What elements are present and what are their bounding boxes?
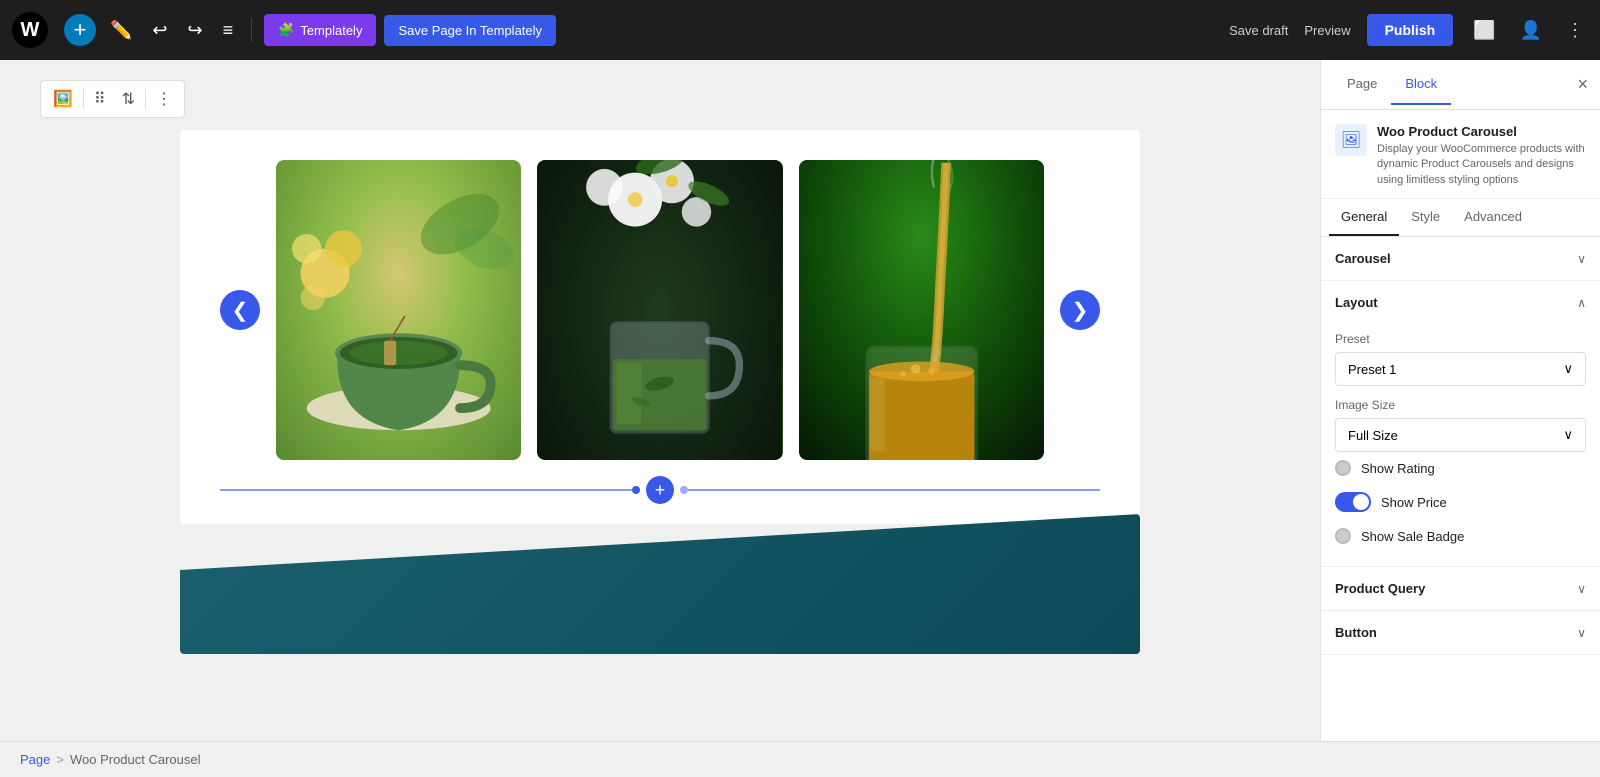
pagination-dots-2: [680, 486, 688, 494]
carousel-image-3: [799, 160, 1044, 460]
show-sale-badge-row: Show Sale Badge: [1335, 520, 1586, 552]
preset-chevron-icon: ∨: [1563, 361, 1573, 377]
section-layout-header[interactable]: Layout ∧: [1321, 281, 1600, 324]
move-arrows-button[interactable]: ⇅: [116, 85, 141, 113]
tab-block[interactable]: Block: [1391, 64, 1451, 105]
show-price-toggle[interactable]: [1335, 492, 1371, 512]
layout-chevron: ∧: [1577, 296, 1586, 310]
section-button-header[interactable]: Button ∨: [1321, 611, 1600, 654]
show-sale-badge-toggle[interactable]: [1335, 528, 1351, 544]
section-product-query: Product Query ∨: [1321, 567, 1600, 611]
show-rating-row: Show Rating: [1335, 452, 1586, 484]
preview-button[interactable]: Preview: [1304, 23, 1350, 38]
carousel-image-2: [537, 160, 782, 460]
carousel-prev-button[interactable]: ❮: [220, 290, 260, 330]
breadcrumb-separator: >: [56, 752, 64, 767]
add-block-line-left: [220, 489, 632, 491]
sub-tab-advanced[interactable]: Advanced: [1452, 199, 1534, 236]
topbar-divider: [251, 18, 252, 42]
templately-label: Templately: [300, 23, 362, 38]
carousel-next-button[interactable]: ❯: [1060, 290, 1100, 330]
save-page-templately-button[interactable]: Save Page In Templately: [384, 15, 556, 46]
breadcrumb-page-link[interactable]: Page: [20, 752, 50, 767]
block-info: 🖼 Woo Product Carousel Display your WooC…: [1321, 110, 1600, 199]
preset-label: Preset: [1335, 332, 1586, 346]
toolbar-divider: [83, 89, 84, 109]
section-product-query-title: Product Query: [1335, 581, 1425, 596]
drag-handle[interactable]: ⠿: [88, 85, 112, 113]
sub-tabs: General Style Advanced: [1321, 199, 1600, 237]
block-toolbar: 🖼️ ⠿ ⇅ ⋮: [40, 80, 185, 118]
image-size-chevron-icon: ∨: [1563, 427, 1573, 443]
list-view-button[interactable]: ≡: [217, 14, 240, 47]
editor-area: 🖼️ ⠿ ⇅ ⋮ ❮: [0, 60, 1320, 741]
section-product-query-header[interactable]: Product Query ∨: [1321, 567, 1600, 610]
image-size-dropdown[interactable]: Full Size ∨: [1335, 418, 1586, 452]
tab-page[interactable]: Page: [1333, 64, 1391, 105]
brush-tool-button[interactable]: ✏️: [104, 14, 138, 47]
section-layout-content: Preset Preset 1 ∨ Image Size Full Size ∨: [1321, 324, 1600, 566]
carousel-inner: ❮: [220, 160, 1100, 460]
image-size-label: Image Size: [1335, 398, 1586, 412]
sub-tab-general[interactable]: General: [1329, 199, 1399, 236]
block-icon-button[interactable]: 🖼️: [47, 85, 79, 113]
panel-close-button[interactable]: ×: [1577, 74, 1588, 95]
dot-1: [632, 486, 640, 494]
block-icon: 🖼: [1335, 124, 1367, 156]
topbar-right: Save draft Preview Publish ⬜ 👤 ⋮: [1229, 14, 1588, 46]
carousel-block: ❮: [180, 130, 1140, 524]
block-title: Woo Product Carousel: [1377, 124, 1586, 139]
add-block-line-right: [688, 489, 1100, 491]
more-block-options-button[interactable]: ⋮: [150, 85, 178, 113]
templately-button[interactable]: 🧩 Templately: [264, 14, 376, 46]
section-carousel-title: Carousel: [1335, 251, 1391, 266]
sub-tab-style[interactable]: Style: [1399, 199, 1452, 236]
section-layout: Layout ∧ Preset Preset 1 ∨ Image Size Fu…: [1321, 281, 1600, 567]
image-size-value: Full Size: [1348, 428, 1398, 443]
teal-bg-decoration: [180, 514, 1140, 654]
show-rating-toggle[interactable]: [1335, 460, 1351, 476]
block-description: Display your WooCommerce products with d…: [1377, 142, 1586, 188]
redo-button[interactable]: ↪: [182, 14, 209, 47]
breadcrumb: Page > Woo Product Carousel: [0, 741, 1600, 777]
user-menu-button[interactable]: 👤: [1516, 16, 1546, 45]
add-block-button[interactable]: +: [64, 14, 96, 46]
topbar: W + ✏️ ↩ ↪ ≡ 🧩 Templately Save Page In T…: [0, 0, 1600, 60]
more-options-button[interactable]: ⋮: [1562, 16, 1588, 45]
undo-button[interactable]: ↩: [146, 14, 173, 47]
add-block-area: +: [220, 476, 1100, 504]
block-details: Woo Product Carousel Display your WooCom…: [1377, 124, 1586, 188]
panel-body: 🖼 Woo Product Carousel Display your WooC…: [1321, 110, 1600, 741]
right-panel: Page Block × 🖼 Woo Product Carousel Disp…: [1320, 60, 1600, 741]
section-carousel-header[interactable]: Carousel ∨: [1321, 237, 1600, 280]
button-chevron: ∨: [1577, 626, 1586, 640]
main-layout: 🖼️ ⠿ ⇅ ⋮ ❮: [0, 60, 1600, 741]
section-layout-title: Layout: [1335, 295, 1378, 310]
show-price-row: Show Price: [1335, 484, 1586, 520]
add-block-button-inline[interactable]: +: [646, 476, 674, 504]
save-draft-button[interactable]: Save draft: [1229, 23, 1288, 38]
preset-value: Preset 1: [1348, 362, 1396, 377]
preset-dropdown[interactable]: Preset 1 ∨: [1335, 352, 1586, 386]
templately-icon: 🧩: [278, 22, 294, 38]
toolbar-divider2: [145, 89, 146, 109]
section-carousel: Carousel ∨: [1321, 237, 1600, 281]
dot-2: [680, 486, 688, 494]
publish-button[interactable]: Publish: [1367, 14, 1454, 46]
show-rating-label: Show Rating: [1361, 461, 1435, 476]
editor-view-toggle[interactable]: ⬜: [1469, 16, 1499, 45]
show-sale-badge-label: Show Sale Badge: [1361, 529, 1464, 544]
carousel-images: [276, 160, 1044, 460]
section-button-title: Button: [1335, 625, 1377, 640]
breadcrumb-current: Woo Product Carousel: [70, 752, 201, 767]
show-price-label: Show Price: [1381, 495, 1447, 510]
wp-logo: W: [12, 12, 48, 48]
product-query-chevron: ∨: [1577, 582, 1586, 596]
panel-header: Page Block ×: [1321, 60, 1600, 110]
carousel-chevron: ∨: [1577, 252, 1586, 266]
pagination-dots: [632, 486, 640, 494]
carousel-image-1: [276, 160, 521, 460]
section-button: Button ∨: [1321, 611, 1600, 655]
